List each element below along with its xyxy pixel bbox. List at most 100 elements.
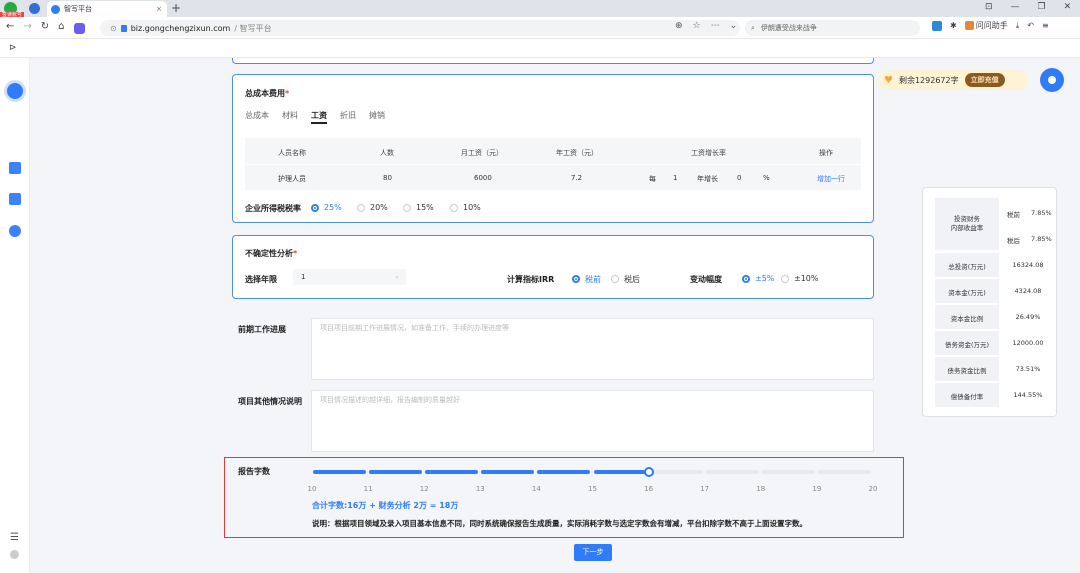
close-window-icon[interactable]: ✕ [1064,2,1072,12]
tax-label-20[interactable]: 20% [370,203,388,212]
stat-label: 偿债备付率 [950,393,984,401]
irr-radio-post[interactable] [611,275,619,283]
new-tab-button[interactable]: + [171,1,181,15]
irr-label-post[interactable]: 税后 [624,274,640,285]
slider-segment[interactable] [369,470,423,474]
user-avatar[interactable] [1040,68,1064,92]
range-radio-5[interactable] [742,275,750,283]
reload-icon[interactable]: ↻ [41,21,49,34]
range-label-5[interactable]: ±5% [755,274,774,283]
toolbar-icons: ✱ 问问助手 ⤓ ↶ ≡ [932,20,1049,31]
range-radio-10[interactable] [781,275,789,283]
tax-radio-15[interactable] [403,204,411,212]
col-name: 人员名称 [278,149,306,157]
download-icon[interactable]: ⤓ [1016,21,1020,31]
tab-wages[interactable]: 工资 [311,110,327,124]
cell-year-growth: 年增长 [697,175,718,183]
app-logo-icon[interactable] [4,80,26,102]
restore-icon[interactable]: ❐ [1038,2,1046,12]
slider-segment[interactable] [649,470,703,474]
tax-radio-20[interactable] [357,204,365,212]
slider-segment[interactable] [817,470,871,474]
prework-textarea[interactable]: 项目项目前期工作进展情况，如准备工作，手续的办理进度等 [311,318,874,380]
cell-count[interactable]: 80 [383,174,392,182]
menu-icon[interactable]: ≡ [1042,21,1049,30]
slider-segment[interactable] [425,470,479,474]
star-icon[interactable]: ☆ [693,21,701,31]
user-small-icon[interactable] [10,550,19,559]
collections-icon[interactable]: ⊡ [985,2,993,12]
tab-active[interactable]: 智写平台 × [47,1,167,17]
browser-tab-bar: 签读帐号 智写平台 × + ⊡ — ❐ ✕ [0,0,1080,18]
collapse-menu-icon[interactable]: ☰ [10,532,19,543]
stat-value: 4324.08 [1014,287,1042,295]
ai-icon[interactable] [73,23,85,34]
slider-tick-label: 15 [588,485,597,493]
edit-icon[interactable] [9,162,21,174]
stat-label: 资本金(万元) [948,289,986,297]
tab-depreciation[interactable]: 折旧 [340,110,356,121]
dropdown-icon[interactable]: ⌄ [730,21,738,31]
tax-radio-25[interactable] [311,204,319,212]
tab-materials[interactable]: 材料 [282,110,298,121]
stat-label: 资本金比例 [950,315,984,323]
slider-segment[interactable] [313,470,367,474]
slider-segment[interactable] [593,470,647,474]
url-field[interactable]: ⊙ biz.gongchengzixun.com / 智写平台 [100,20,740,36]
more-icon[interactable]: ⋯ [711,21,720,31]
assistant-button[interactable]: 问问助手 [964,20,1008,31]
stat-value: 26.49% [1015,313,1041,321]
tax-radio-10[interactable] [450,204,458,212]
tab-total-cost[interactable]: 总成本 [245,110,269,121]
slider-segment[interactable] [761,470,815,474]
user-icon [1048,76,1056,84]
tab-close-icon[interactable]: × [156,5,162,13]
tax-label-15[interactable]: 15% [416,203,434,212]
tab-amortization[interactable]: 摊销 [369,110,385,121]
other-textarea[interactable]: 项目情况描述的越详细，报告编制的质量越好 [311,390,874,452]
url-domain: biz.gongchengzixun.com [130,23,231,33]
slider-tick-label: 16 [644,485,654,493]
slider-segment[interactable] [537,470,591,474]
sidebar-toggle-icon[interactable]: ⊳ [9,43,17,53]
col-growth: 工资增长率 [691,149,726,157]
slider-tick-label: 20 [868,485,878,493]
tax-rate-group: 企业所得税税率 25% 20% 15% 10% [245,203,745,217]
cell-years[interactable]: 1 [673,174,677,182]
cell-name[interactable]: 护理人员 [278,174,306,184]
minimize-icon[interactable]: — [1011,2,1020,12]
slider-handle[interactable] [643,467,654,477]
range-label-10[interactable]: ±10% [794,274,818,283]
home-icon[interactable]: ⌂ [58,21,64,34]
screenshot-icon[interactable] [932,20,942,31]
cell-rate[interactable]: 0 [737,174,741,182]
uncertainty-card: 不确定性分析* 选择年限 1 ⌄ 计算指标IRR 税前 税后 变动幅度 ±5% … [232,235,874,299]
slider-segment[interactable] [481,470,535,474]
cell-monthly[interactable]: 6000 [474,174,492,182]
next-button[interactable]: 下一步 [574,544,612,561]
irr-label-pre[interactable]: 税前 [585,274,601,285]
tab-title: 智写平台 [64,5,92,13]
recharge-button[interactable]: 立即充值 [964,73,1005,87]
settings-icon[interactable] [9,225,21,237]
forward-icon[interactable]: → [23,21,31,34]
irr-radio-pre[interactable] [572,275,580,283]
stat-label: 债务资金比例 [947,367,987,375]
undo-icon[interactable]: ↶ [1027,21,1034,30]
tax-label-10[interactable]: 10% [463,203,481,212]
search-icon: ⌕ [751,23,755,32]
back-icon[interactable]: ← [6,21,14,34]
col-monthly: 月工资（元） [461,149,503,157]
cell-annual[interactable]: 7.2 [571,174,582,182]
tax-label-25[interactable]: 25% [324,203,342,212]
search-box[interactable]: ⌕ 伊朗遭受战来战争 [745,20,920,36]
extension-icon[interactable] [29,3,40,14]
translate-icon[interactable]: ⊕ [675,21,683,31]
col-action: 操作 [819,149,833,157]
years-select[interactable]: 1 ⌄ [293,269,406,285]
puzzle-icon[interactable]: ✱ [950,21,957,30]
document-icon[interactable] [9,193,21,205]
irr-pre-value: 7.85% [1031,209,1052,217]
add-row-link[interactable]: 增加一行 [817,174,845,184]
slider-segment[interactable] [705,470,759,474]
